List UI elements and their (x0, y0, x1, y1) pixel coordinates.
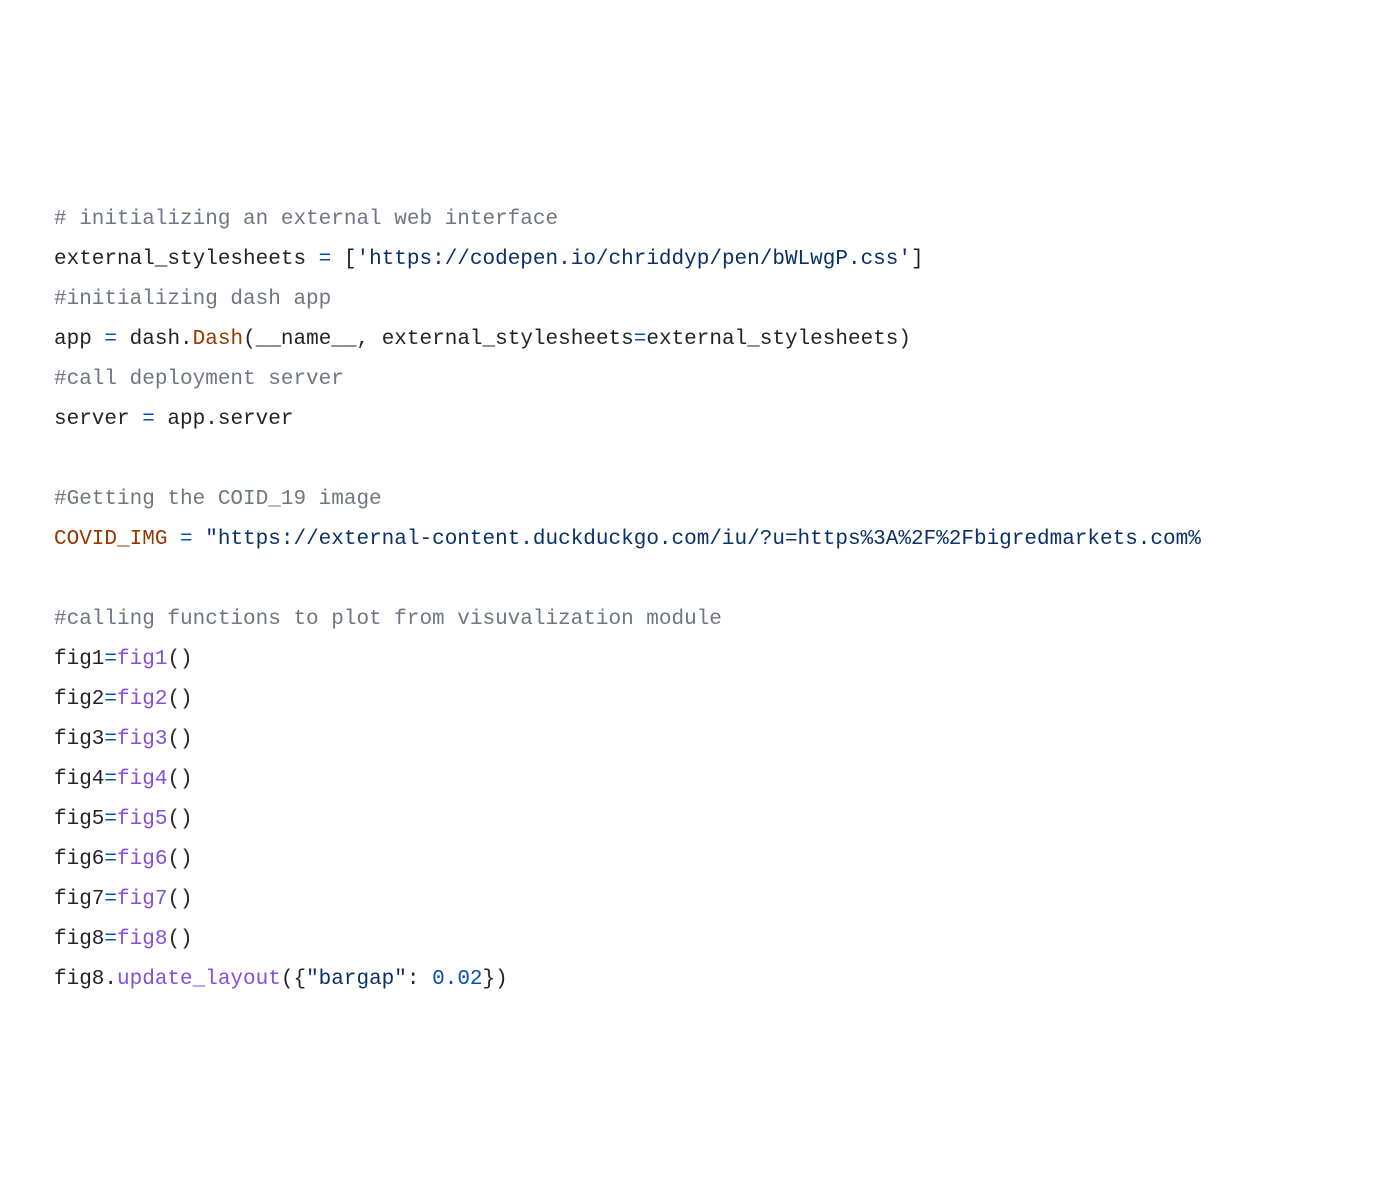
code-token: # initializing an external web interface (54, 208, 558, 231)
code-token: () (167, 688, 192, 711)
code-token: fig8. (54, 968, 117, 991)
code-token: external_stylesheets (382, 328, 634, 351)
code-token: = (104, 728, 117, 751)
code-token: = (104, 688, 117, 711)
code-token: update_layout (117, 968, 281, 991)
code-token: : (407, 968, 432, 991)
code-token: fig7 (54, 888, 104, 911)
code-token: = (104, 848, 117, 871)
code-line: #call deployment server (54, 360, 1398, 400)
code-token: fig1 (117, 648, 167, 671)
code-line: fig8.update_layout({"bargap": 0.02}) (54, 960, 1398, 1000)
code-line: external_stylesheets = ['https://codepen… (54, 240, 1398, 280)
code-line: fig6=fig6() (54, 840, 1398, 880)
code-token: fig7 (117, 888, 167, 911)
code-token: app.server (155, 408, 294, 431)
code-token: [ (331, 248, 356, 271)
code-token: "bargap" (306, 968, 407, 991)
code-token: fig6 (54, 848, 104, 871)
code-token: () (167, 848, 192, 871)
code-token: #call deployment server (54, 368, 344, 391)
code-line: # initializing an external web interface (54, 200, 1398, 240)
code-line: fig1=fig1() (54, 640, 1398, 680)
code-token: () (167, 728, 192, 751)
code-token: external_stylesheets) (646, 328, 911, 351)
code-token: fig5 (54, 808, 104, 831)
code-line: #initializing dash app (54, 280, 1398, 320)
code-token: (__name__, (243, 328, 382, 351)
code-block: # initializing an external web interface… (54, 200, 1398, 1000)
code-token: () (167, 928, 192, 951)
code-token: = (104, 768, 117, 791)
code-line: fig3=fig3() (54, 720, 1398, 760)
code-token: 0.02 (432, 968, 482, 991)
code-token: = (104, 928, 117, 951)
code-token: fig8 (54, 928, 104, 951)
code-token: Dash (193, 328, 243, 351)
code-token (193, 528, 206, 551)
code-token: = (142, 408, 155, 431)
code-token: fig6 (117, 848, 167, 871)
code-token: "https://external-content.duckduckgo.com… (205, 528, 1201, 551)
code-token: = (104, 808, 117, 831)
code-token: COVID_IMG (54, 528, 167, 551)
code-token: fig4 (117, 768, 167, 791)
code-token: () (167, 648, 192, 671)
code-token: = (104, 328, 117, 351)
code-token: fig1 (54, 648, 104, 671)
code-line (54, 440, 1398, 480)
code-line: server = app.server (54, 400, 1398, 440)
code-token: }) (483, 968, 508, 991)
code-token: fig8 (117, 928, 167, 951)
code-token: 'https://codepen.io/chriddyp/pen/bWLwgP.… (356, 248, 911, 271)
code-token: () (167, 768, 192, 791)
code-token: = (319, 248, 332, 271)
code-token: () (167, 888, 192, 911)
code-token: = (180, 528, 193, 551)
code-token: = (104, 888, 117, 911)
code-token: () (167, 808, 192, 831)
code-token: ] (911, 248, 924, 271)
code-token: fig3 (117, 728, 167, 751)
code-token: fig3 (54, 728, 104, 751)
code-token: = (104, 648, 117, 671)
code-token: app (54, 328, 104, 351)
code-line (54, 560, 1398, 600)
code-token: fig5 (117, 808, 167, 831)
code-line: fig7=fig7() (54, 880, 1398, 920)
code-token: dash. (117, 328, 193, 351)
code-token: fig4 (54, 768, 104, 791)
code-token: external_stylesheets (54, 248, 319, 271)
code-line: #calling functions to plot from visuvali… (54, 600, 1398, 640)
code-token: ({ (281, 968, 306, 991)
code-token: #Getting the COID_19 image (54, 488, 382, 511)
code-token: #calling functions to plot from visuvali… (54, 608, 722, 631)
code-token: server (54, 408, 142, 431)
code-line: #Getting the COID_19 image (54, 480, 1398, 520)
code-token (167, 528, 180, 551)
code-token: = (634, 328, 647, 351)
code-token: #initializing dash app (54, 288, 331, 311)
code-token (54, 448, 67, 471)
code-line: fig2=fig2() (54, 680, 1398, 720)
code-line: fig8=fig8() (54, 920, 1398, 960)
code-line: fig5=fig5() (54, 800, 1398, 840)
code-token: fig2 (54, 688, 104, 711)
code-line: COVID_IMG = "https://external-content.du… (54, 520, 1398, 560)
code-token (54, 568, 67, 591)
code-token: fig2 (117, 688, 167, 711)
code-line: fig4=fig4() (54, 760, 1398, 800)
code-line: app = dash.Dash(__name__, external_style… (54, 320, 1398, 360)
